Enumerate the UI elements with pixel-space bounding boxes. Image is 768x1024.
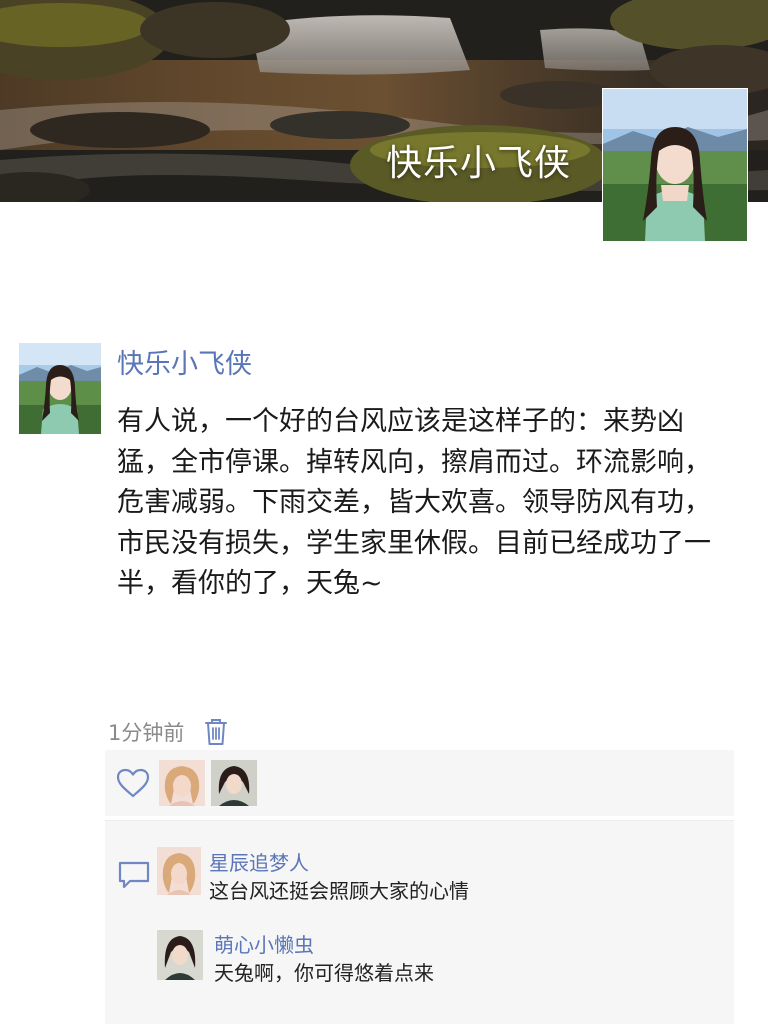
author-name-link[interactable]: 快乐小飞侠 (117, 342, 252, 381)
cover-username: 快乐小飞侠 (386, 143, 572, 184)
heart-icon (116, 768, 150, 798)
commenter-name-link[interactable]: 星辰追梦人 (209, 847, 309, 876)
likes-section (105, 750, 734, 816)
commenter-name-link[interactable]: 萌心小懒虫 (214, 929, 314, 958)
liker-avatar[interactable] (211, 760, 257, 806)
trash-icon (205, 719, 228, 745)
moments-page: 快乐小飞侠 快乐小飞侠 有人说，一个好的台风应该是这样子的：来势凶猛，全市停课。… (0, 0, 768, 1024)
avatar-portrait-image (157, 930, 203, 980)
commenter-avatar[interactable] (157, 930, 203, 980)
avatar-portrait-image (211, 760, 257, 806)
profile-avatar[interactable] (602, 88, 748, 242)
author-avatar[interactable] (19, 343, 101, 434)
post-timestamp: 1分钟前 (108, 721, 185, 745)
liker-avatar[interactable] (159, 760, 205, 806)
avatar-portrait-image (157, 847, 201, 895)
commenter-avatar[interactable] (157, 847, 201, 895)
delete-button[interactable] (204, 718, 230, 746)
avatar-portrait-image (19, 343, 101, 434)
comments-section: 星辰追梦人 这台风还挺会照顾大家的心情 萌心小懒虫 天兔啊，你可得悠着点来 (105, 820, 734, 1024)
comment-text: 这台风还挺会照顾大家的心情 (209, 879, 469, 903)
post-meta: 1分钟前 (108, 717, 230, 747)
like-button[interactable] (115, 765, 151, 801)
post-text: 有人说，一个好的台风应该是这样子的：来势凶猛，全市停课。掉转风向，擦肩而过。环流… (117, 406, 711, 599)
avatar-portrait-image (159, 760, 205, 806)
avatar-portrait-image (603, 89, 747, 241)
comment-button[interactable] (116, 857, 152, 893)
comment-bubble-icon (118, 861, 150, 889)
comment-text: 天兔啊，你可得悠着点来 (214, 961, 434, 985)
